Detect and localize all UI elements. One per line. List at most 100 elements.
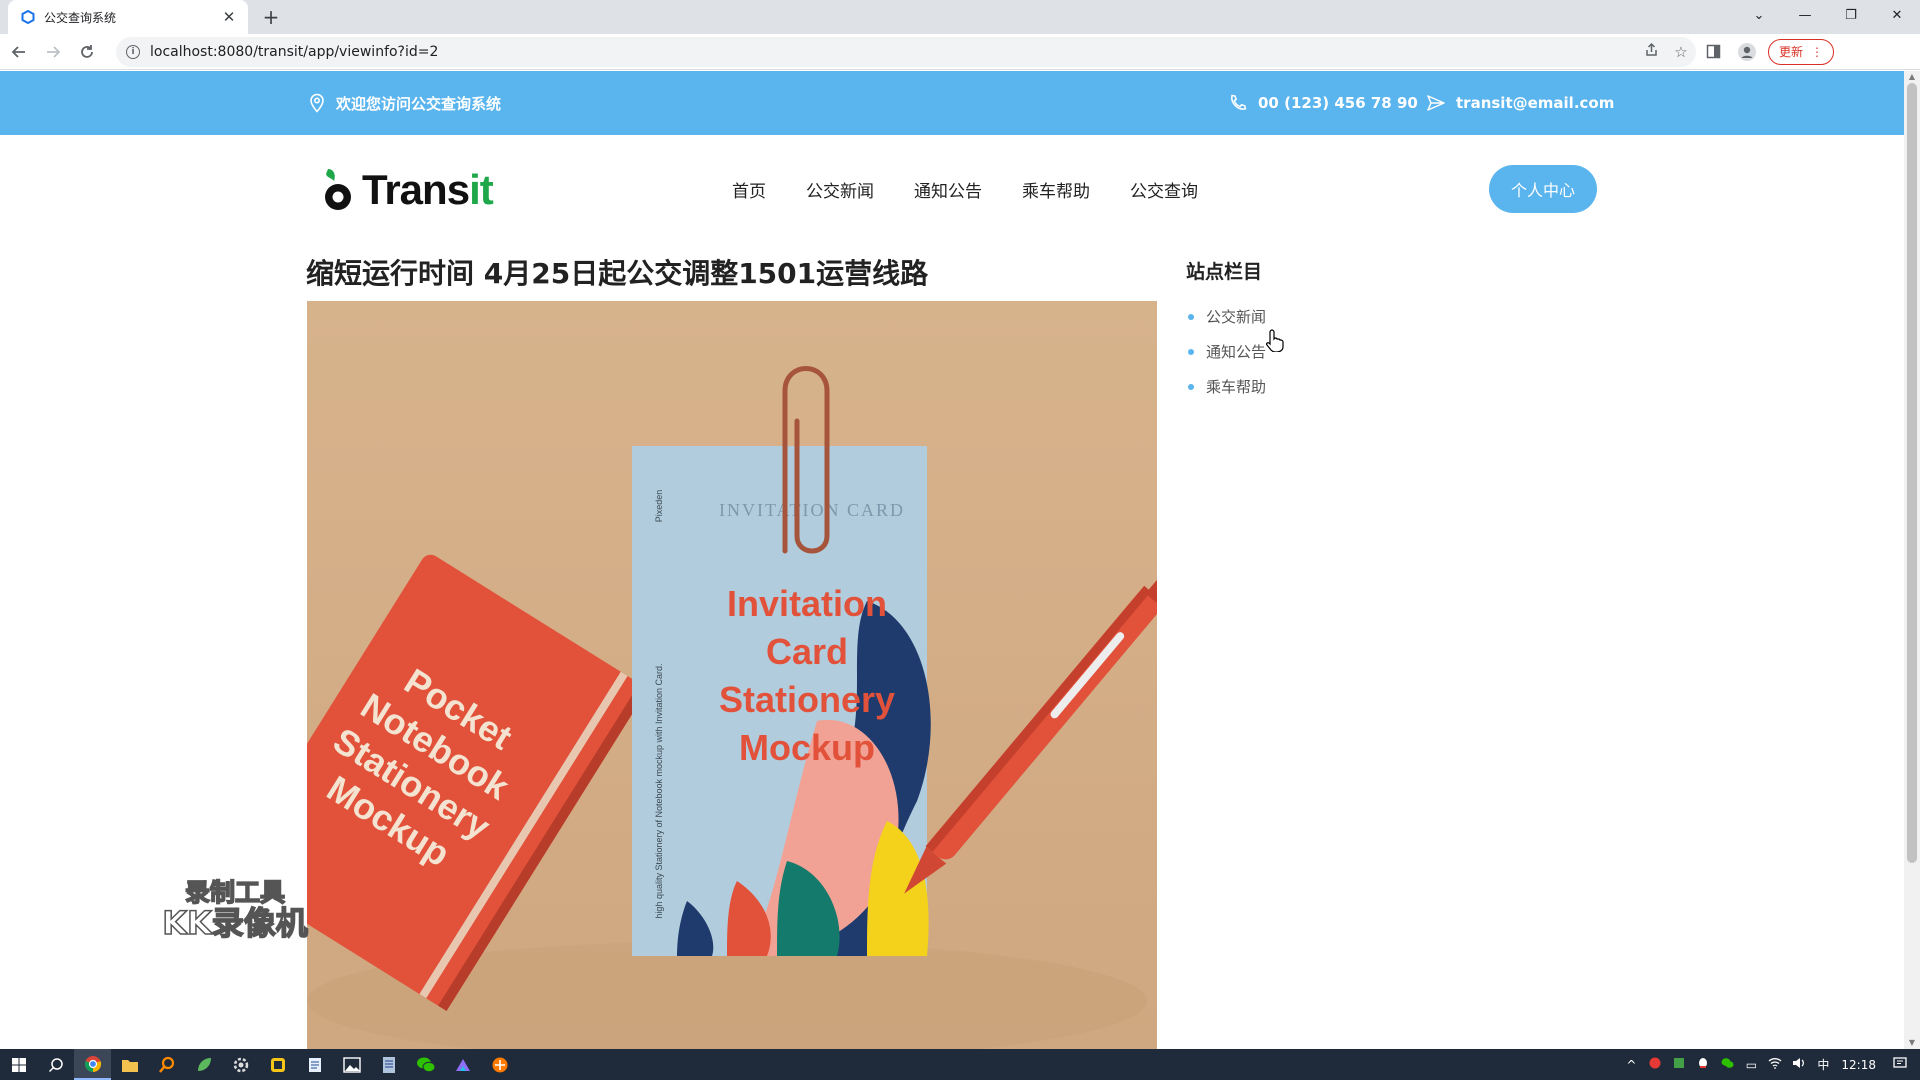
site-info-icon[interactable]: i [126, 44, 140, 59]
card-title-line-3: Stationery [719, 679, 895, 720]
wifi-icon[interactable] [1763, 1057, 1787, 1072]
sidebar-item-notices[interactable]: 通知公告 [1188, 334, 1266, 369]
sidebar-item-riding-help[interactable]: 乘车帮助 [1188, 369, 1266, 404]
tab-search-icon[interactable]: ⌄ [1736, 0, 1782, 30]
hand-cursor-icon [1266, 329, 1284, 352]
windows-taskbar: ^ ▭ 中 12:18 [0, 1049, 1920, 1080]
clock-time[interactable]: 12:18 [1841, 1058, 1876, 1072]
address-bar[interactable]: i localhost:8080/transit/app/viewinfo?id… [116, 36, 1696, 67]
scroll-down-icon[interactable]: ▼ [1904, 1037, 1920, 1049]
menu-dots-icon: ⋮ [1811, 44, 1824, 59]
logo-text-prefix: Trans [362, 166, 470, 213]
user-center-button[interactable]: 个人中心 [1489, 165, 1597, 213]
back-icon[interactable] [4, 37, 34, 67]
card-title-line-2: Card [766, 631, 848, 672]
main-navigation: 首页 公交新闻 通知公告 乘车帮助 公交查询 [712, 135, 1218, 243]
sidebar-item-transit-news[interactable]: 公交新闻 [1188, 299, 1266, 334]
window-controls: ⌄ — ❐ ✕ [1736, 0, 1920, 34]
card-brand-text: Pixeden [654, 490, 664, 523]
contact-email: transit@email.com [1426, 71, 1614, 135]
url-text[interactable]: localhost:8080/transit/app/viewinfo?id=2 [150, 44, 1636, 60]
ime-indicator[interactable]: 中 [1811, 1056, 1835, 1073]
scroll-thumb[interactable] [1907, 83, 1917, 863]
bookmark-star-icon[interactable]: ☆ [1666, 43, 1696, 61]
logo-text-suffix: it [469, 166, 494, 213]
document-app-icon[interactable] [370, 1049, 407, 1080]
email-text[interactable]: transit@email.com [1456, 94, 1614, 112]
wechat-app-icon[interactable] [407, 1049, 444, 1080]
green-app-icon[interactable] [185, 1049, 222, 1080]
forward-icon[interactable] [38, 37, 68, 67]
tray-green-app-icon[interactable] [1667, 1057, 1691, 1072]
yellow-app-icon[interactable] [259, 1049, 296, 1080]
phone-icon [1231, 94, 1247, 110]
scroll-up-icon[interactable]: ▲ [1904, 71, 1920, 83]
sidebar-item-label[interactable]: 乘车帮助 [1206, 376, 1266, 397]
site-logo[interactable]: Transit [320, 165, 494, 215]
start-menu-icon[interactable] [0, 1049, 37, 1080]
tray-wechat-icon[interactable] [1715, 1057, 1739, 1072]
system-tray: ^ ▭ 中 12:18 [1619, 1049, 1920, 1080]
send-icon [1427, 95, 1445, 111]
update-button[interactable]: 更新 ⋮ [1768, 38, 1835, 65]
nav-item-home[interactable]: 首页 [732, 177, 766, 202]
bullet-dot-icon [1188, 313, 1194, 320]
browser-tab[interactable]: 公交查询系统 ✕ [8, 0, 248, 34]
profile-avatar-icon[interactable] [1730, 37, 1764, 67]
location-pin-icon [310, 93, 324, 113]
stationery-mockup-image: Pocket Notebook Stationery Mockup INVITA… [307, 301, 1157, 1050]
nav-item-transit-news[interactable]: 公交新闻 [806, 177, 874, 202]
watermark-line-2: KK录像机 [161, 904, 308, 942]
sidebar-list: 公交新闻 通知公告 乘车帮助 [1188, 299, 1266, 404]
notification-center-icon[interactable] [1888, 1056, 1912, 1073]
welcome-text: 欢迎您访问公交查询系统 [336, 94, 502, 113]
top-info-bar: 欢迎您访问公交查询系统 00 (123) 456 78 90 transit@e… [0, 71, 1904, 135]
minimize-icon[interactable]: — [1782, 0, 1828, 30]
bus-stop-logo-icon [325, 169, 351, 210]
volume-icon[interactable] [1787, 1057, 1811, 1072]
search-tool-app-icon[interactable] [148, 1049, 185, 1080]
image-viewer-icon[interactable] [333, 1049, 370, 1080]
close-window-icon[interactable]: ✕ [1874, 0, 1920, 30]
nav-item-notices[interactable]: 通知公告 [914, 177, 982, 202]
file-explorer-icon[interactable] [111, 1049, 148, 1080]
card-title-line-4: Mockup [739, 727, 875, 768]
restore-icon[interactable]: ❐ [1828, 0, 1874, 30]
article-image: Pocket Notebook Stationery Mockup INVITA… [307, 301, 1157, 1050]
tab-close-icon[interactable]: ✕ [220, 8, 238, 26]
chrome-app-icon[interactable] [74, 1049, 111, 1080]
tray-expand-icon[interactable]: ^ [1619, 1058, 1643, 1072]
recorder-watermark: 录制工具 KK录像机 [160, 878, 310, 942]
share-icon[interactable] [1636, 42, 1666, 61]
sidebar-title: 站点栏目 [1186, 261, 1263, 283]
card-side-text: high quality Stationery of Notebook mock… [654, 663, 664, 918]
search-icon[interactable] [37, 1049, 74, 1080]
contact-phone: 00 (123) 456 78 90 [1228, 71, 1418, 135]
ide-app-icon[interactable] [444, 1049, 481, 1080]
reload-icon[interactable] [72, 37, 102, 67]
side-panel-icon[interactable] [1696, 37, 1730, 67]
bullet-dot-icon [1188, 383, 1194, 390]
sidebar-item-label[interactable]: 通知公告 [1206, 341, 1266, 362]
new-tab-button[interactable]: + [258, 4, 284, 30]
sidebar-item-label[interactable]: 公交新闻 [1206, 306, 1266, 327]
card-title-line-1: Invitation [727, 583, 887, 624]
site-header: Transit 首页 公交新闻 通知公告 乘车帮助 公交查询 个人中心 [0, 135, 1904, 243]
tray-security-icon[interactable] [1643, 1057, 1667, 1072]
watermark-line-1: 录制工具 [184, 878, 286, 907]
orange-app-icon[interactable] [481, 1049, 518, 1080]
bullet-dot-icon [1188, 348, 1194, 355]
tray-qq-icon[interactable] [1691, 1057, 1715, 1073]
browser-tabstrip: 公交查询系统 ✕ + ⌄ — ❐ ✕ [0, 0, 1920, 34]
nav-item-riding-help[interactable]: 乘车帮助 [1022, 177, 1090, 202]
notepad-app-icon[interactable] [296, 1049, 333, 1080]
page-scrollbar[interactable]: ▲ ▼ [1904, 71, 1920, 1049]
nav-item-transit-search[interactable]: 公交查询 [1130, 177, 1198, 202]
tab-title: 公交查询系统 [44, 10, 117, 25]
browser-toolbar: i localhost:8080/transit/app/viewinfo?id… [0, 34, 1920, 70]
logo-text: Transit [362, 166, 494, 214]
update-label: 更新 [1779, 45, 1804, 59]
settings-app-icon[interactable] [222, 1049, 259, 1080]
tray-device-icon[interactable]: ▭ [1739, 1058, 1763, 1072]
card-header-text: INVITATION CARD [719, 500, 905, 520]
